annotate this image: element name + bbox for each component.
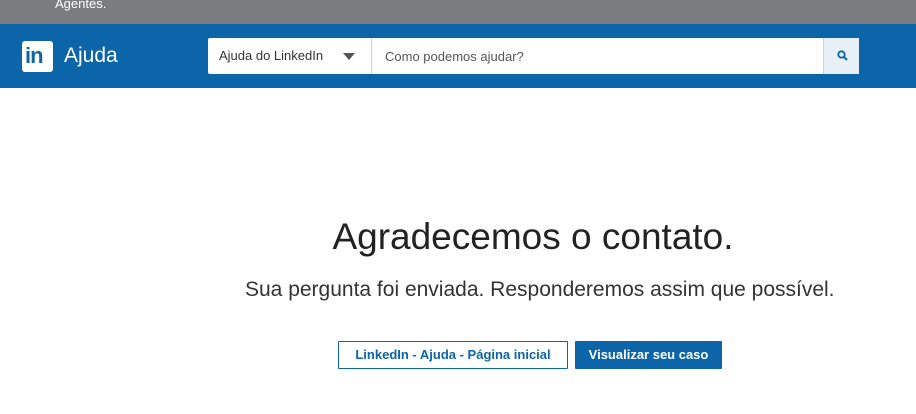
confirmation-message: Sua pergunta foi enviada. Responderemos … [245,278,835,301]
search-icon [837,50,848,61]
logo-text: in [25,43,44,68]
top-strip-text: Agentes. [55,0,107,11]
search-scope-dropdown[interactable]: Ajuda do LinkedIn [208,38,372,74]
help-home-button[interactable]: LinkedIn - Ajuda - Página inicial [338,341,568,369]
page-title-wrapper: Agradecemos o contato. [0,214,916,260]
brand-title[interactable]: Ajuda [64,43,118,69]
search-button[interactable] [823,38,859,74]
page-title: Agradecemos o contato. [332,216,734,257]
header-bar: in Ajuda Ajuda do LinkedIn [0,24,916,88]
search-bar: Ajuda do LinkedIn [208,38,859,74]
chevron-down-icon [343,53,355,60]
search-input[interactable] [374,38,820,74]
search-scope-label: Ajuda do LinkedIn [219,48,324,63]
view-case-button[interactable]: Visualizar seu caso [575,341,722,369]
linkedin-logo-icon[interactable]: in [22,41,53,72]
top-strip: Agentes. [0,0,916,24]
